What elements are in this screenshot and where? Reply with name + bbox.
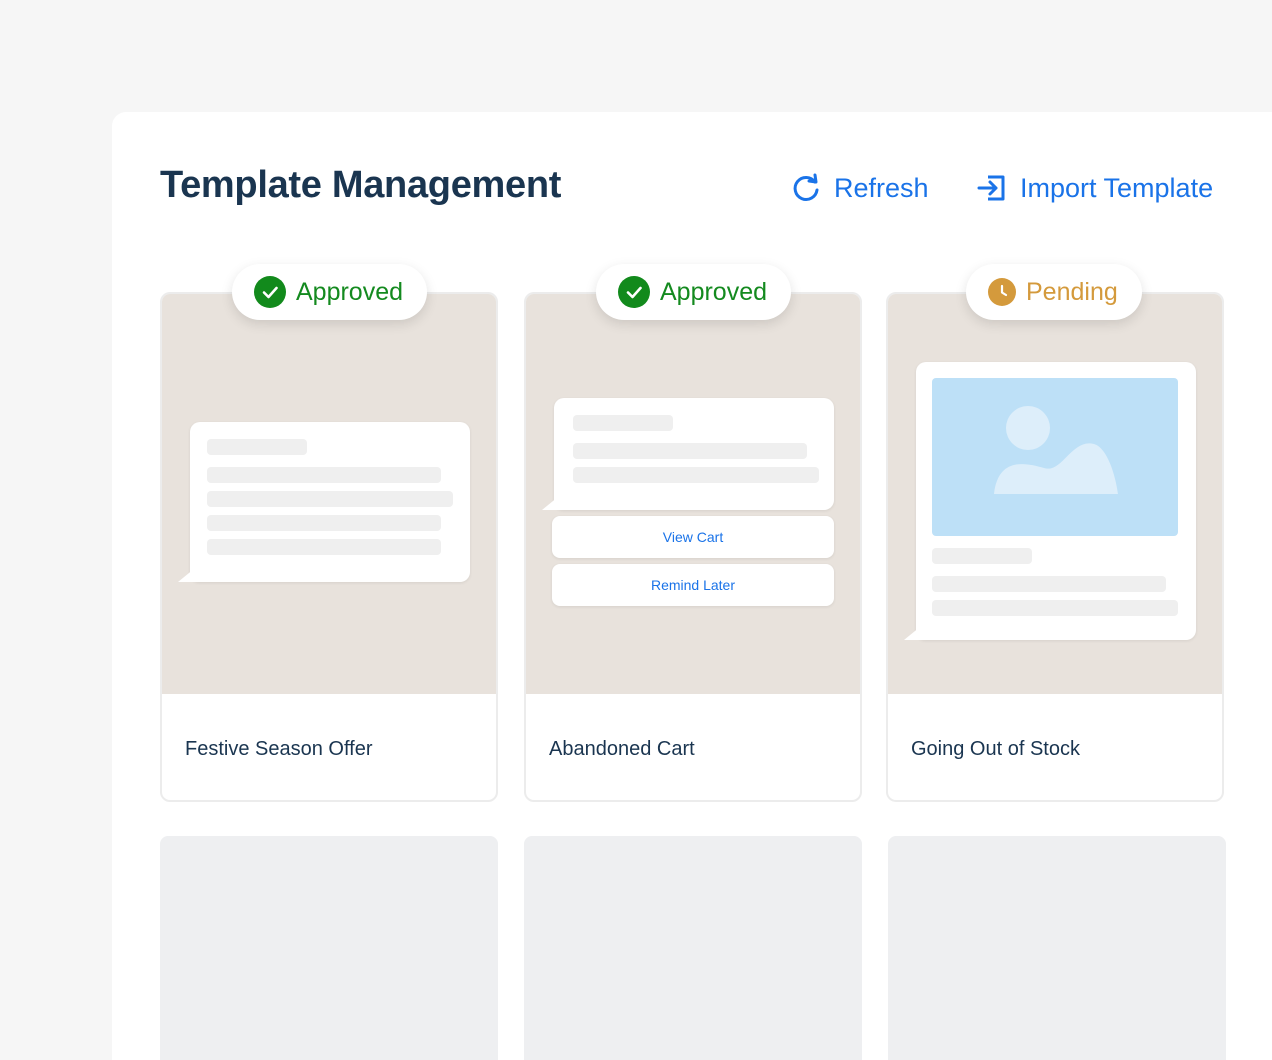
template-card[interactable]: View Cart Remind Later Approved Abandone… [524, 264, 862, 802]
import-template-button[interactable]: Import Template [976, 172, 1213, 204]
loading-card-placeholder [524, 836, 862, 1060]
status-label: Approved [296, 277, 404, 306]
check-circle-icon [254, 276, 286, 308]
import-label: Import Template [1020, 172, 1214, 203]
view-cart-button[interactable]: View Cart [552, 516, 834, 558]
template-card[interactable]: Pending Going Out of Stock [886, 264, 1224, 802]
template-card[interactable]: Approved Festive Season Offer [160, 264, 498, 802]
import-icon [977, 175, 1005, 201]
status-badge: Approved [232, 264, 428, 320]
message-bubble [542, 398, 834, 510]
template-panel: Template Management Refresh Import Templ… [112, 112, 1272, 1060]
template-preview [888, 294, 1222, 694]
loading-card-placeholder [888, 836, 1226, 1060]
template-preview: View Cart Remind Later [526, 294, 860, 694]
status-label: Approved [660, 277, 768, 306]
status-badge: Approved [596, 264, 792, 320]
refresh-icon [793, 173, 819, 201]
remind-later-button[interactable]: Remind Later [552, 564, 834, 606]
template-name: Festive Season Offer [185, 738, 373, 760]
clock-icon [988, 278, 1016, 306]
template-name: Abandoned Cart [549, 738, 695, 760]
template-preview [162, 294, 496, 694]
refresh-label: Refresh [834, 172, 929, 203]
loading-card-placeholder [160, 836, 498, 1060]
status-badge: Pending [966, 264, 1142, 320]
refresh-button[interactable]: Refresh [790, 172, 929, 204]
check-circle-icon [618, 276, 650, 308]
page-title: Template Management [160, 164, 562, 206]
template-name: Going Out of Stock [911, 738, 1080, 760]
status-label: Pending [1026, 277, 1118, 306]
image-placeholder-icon [932, 378, 1178, 536]
message-bubble [904, 362, 1196, 640]
message-bubble [178, 422, 470, 582]
